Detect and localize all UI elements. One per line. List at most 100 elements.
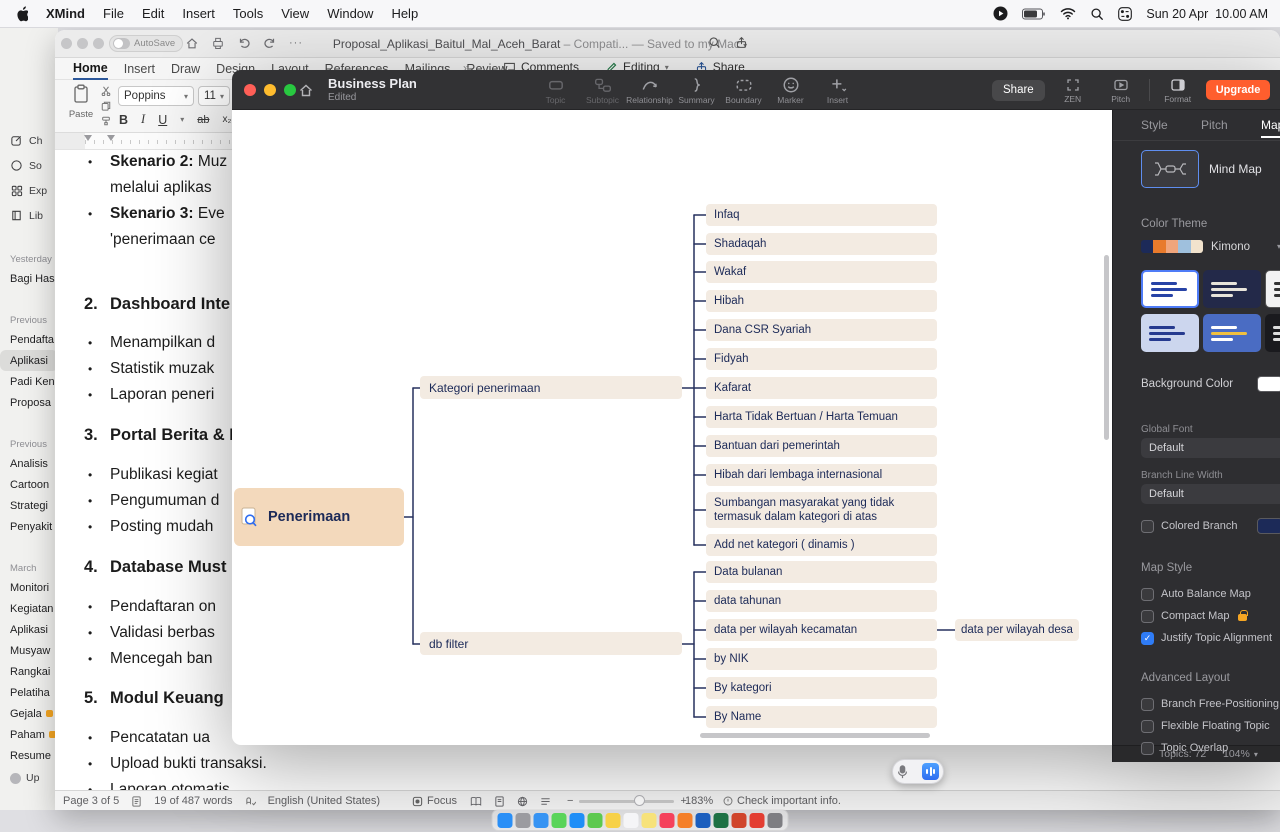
focus-button[interactable]: Focus bbox=[412, 791, 457, 811]
colored-branch-checkbox[interactable] bbox=[1141, 520, 1154, 533]
menu-item[interactable]: File bbox=[103, 6, 124, 21]
italic-button[interactable]: I bbox=[141, 112, 145, 127]
theme-card[interactable] bbox=[1141, 314, 1199, 352]
cut-icon[interactable] bbox=[101, 86, 111, 96]
underline-button[interactable]: U bbox=[158, 113, 167, 127]
checkbox[interactable]: ✓ bbox=[1141, 632, 1154, 645]
home-icon[interactable] bbox=[298, 82, 314, 98]
history-item[interactable]: Monitori bbox=[0, 577, 58, 598]
close-icon[interactable] bbox=[61, 38, 72, 49]
map-title-block[interactable]: Business Plan Edited bbox=[328, 76, 417, 103]
format-panel-button[interactable]: Format bbox=[1158, 77, 1198, 104]
firefox-dock-icon[interactable] bbox=[678, 813, 693, 828]
page-count[interactable]: Page 3 of 5 bbox=[63, 795, 119, 807]
history-item[interactable]: Gejala bbox=[0, 703, 58, 724]
theme-card[interactable] bbox=[1265, 270, 1280, 308]
mindmap-topic[interactable]: Data bulanan bbox=[706, 561, 937, 583]
close-icon[interactable] bbox=[244, 84, 256, 96]
redo-icon[interactable] bbox=[263, 36, 277, 50]
history-item[interactable]: Paham bbox=[0, 724, 58, 745]
mindmap-topic[interactable]: Infaq bbox=[706, 204, 937, 226]
history-item[interactable]: Cartoon bbox=[0, 474, 58, 495]
menu-item[interactable]: Window bbox=[327, 6, 373, 21]
topic-button[interactable]: Topic bbox=[532, 73, 579, 105]
powerpoint-dock-icon[interactable] bbox=[732, 813, 747, 828]
strikethrough-button[interactable]: ab bbox=[197, 114, 209, 126]
copy-icon[interactable] bbox=[101, 101, 111, 111]
history-item[interactable]: Kegiatan bbox=[0, 598, 58, 619]
history-item[interactable]: Aplikasi bbox=[0, 619, 58, 640]
mindmap-topic[interactable]: data tahunan bbox=[706, 590, 937, 612]
summary-button[interactable]: Summary bbox=[673, 73, 720, 105]
finder-dock-icon[interactable] bbox=[498, 813, 513, 828]
language-label[interactable]: English (United States) bbox=[268, 795, 381, 807]
minimize-icon[interactable] bbox=[264, 84, 276, 96]
launchpad-dock-icon[interactable] bbox=[516, 813, 531, 828]
mindmap-topic[interactable]: data per wilayah kecamatan bbox=[706, 619, 937, 641]
history-item[interactable]: Pelatiha bbox=[0, 682, 58, 703]
messages-dock-icon[interactable] bbox=[552, 813, 567, 828]
safari-dock-icon[interactable] bbox=[534, 813, 549, 828]
share-button[interactable]: Share bbox=[992, 80, 1045, 101]
colored-branch-swatch[interactable] bbox=[1257, 518, 1280, 534]
history-item[interactable]: Padi Ken bbox=[0, 371, 58, 392]
settings-dock-icon[interactable] bbox=[768, 813, 783, 828]
mindmap-topic[interactable]: Fidyah bbox=[706, 348, 937, 370]
checkbox[interactable] bbox=[1141, 588, 1154, 601]
ribbon-tab-home[interactable]: Home bbox=[73, 58, 108, 80]
menubar-clock[interactable]: Sun 20 Apr 10.00 AM bbox=[1146, 7, 1268, 21]
zoom-out-icon[interactable]: − bbox=[567, 795, 573, 807]
theme-color-strip[interactable] bbox=[1141, 240, 1203, 253]
record-indicator-icon[interactable] bbox=[993, 6, 1008, 21]
mindmap-topic[interactable]: Kategori penerimaan bbox=[420, 376, 682, 399]
subtopic-button[interactable]: Subtopic bbox=[579, 73, 626, 105]
mindmap-topic[interactable]: data per wilayah desa bbox=[955, 619, 1079, 641]
word-count[interactable]: 19 of 487 words bbox=[154, 795, 232, 807]
battery-icon[interactable] bbox=[1022, 8, 1046, 20]
font-name-select[interactable]: Poppins▾ bbox=[118, 86, 194, 106]
menu-item[interactable]: Tools bbox=[233, 6, 263, 21]
panel-tab-map[interactable]: Map bbox=[1261, 118, 1280, 132]
mindmap-topic[interactable]: Dana CSR Syariah bbox=[706, 319, 937, 341]
history-item[interactable]: Bagi Has bbox=[0, 268, 58, 289]
word-dock-icon[interactable] bbox=[696, 813, 711, 828]
checkbox[interactable] bbox=[1141, 742, 1154, 755]
mindmap-topic[interactable]: By kategori bbox=[706, 677, 937, 699]
zoom-slider[interactable] bbox=[579, 800, 674, 803]
photos-dock-icon[interactable] bbox=[606, 813, 621, 828]
print-icon[interactable] bbox=[211, 36, 225, 50]
mindmap-topic[interactable]: db filter bbox=[420, 632, 682, 655]
insert-button[interactable]: Insert bbox=[814, 73, 861, 105]
calendar-dock-icon[interactable] bbox=[624, 813, 639, 828]
control-center-icon[interactable] bbox=[1118, 7, 1132, 21]
music-dock-icon[interactable] bbox=[660, 813, 675, 828]
mindmap-canvas[interactable]: Penerimaan Kategori penerimaan db filter… bbox=[232, 110, 1112, 745]
branch-line-width-select[interactable]: Default bbox=[1141, 484, 1280, 504]
mindmap-topic[interactable]: by NIK bbox=[706, 648, 937, 670]
history-item[interactable]: Penyakit bbox=[0, 516, 58, 537]
menu-item[interactable]: Insert bbox=[182, 6, 215, 21]
chat-sidebar-footer[interactable]: Up bbox=[10, 772, 39, 784]
zoom-window-icon[interactable] bbox=[93, 38, 104, 49]
wifi-icon[interactable] bbox=[1060, 7, 1076, 20]
notes-dock-icon[interactable] bbox=[642, 813, 657, 828]
maps-dock-icon[interactable] bbox=[588, 813, 603, 828]
relationship-button[interactable]: Relationship bbox=[626, 73, 673, 105]
xmind-dock-icon[interactable] bbox=[750, 813, 765, 828]
history-item[interactable]: Musyaw bbox=[0, 640, 58, 661]
checkbox[interactable] bbox=[1141, 720, 1154, 733]
sidebar-nav-item[interactable]: Ch bbox=[0, 128, 58, 153]
autosave-toggle[interactable]: AutoSave bbox=[109, 35, 183, 52]
theme-card[interactable] bbox=[1203, 270, 1261, 308]
search-icon[interactable] bbox=[708, 36, 721, 49]
mindmap-topic[interactable]: Harta Tidak Bertuan / Harta Temuan bbox=[706, 406, 937, 428]
draft-view-icon[interactable] bbox=[540, 796, 551, 807]
horizontal-scrollbar[interactable] bbox=[700, 733, 930, 738]
mail-dock-icon[interactable] bbox=[570, 813, 585, 828]
history-item[interactable]: Pendafta bbox=[0, 329, 58, 350]
boundary-button[interactable]: Boundary bbox=[720, 73, 767, 105]
spotlight-search-icon[interactable] bbox=[1090, 7, 1104, 21]
upgrade-button[interactable]: Upgrade bbox=[1206, 80, 1271, 100]
mindmap-topic[interactable]: Hibah dari lembaga internasional bbox=[706, 464, 937, 486]
format-painter-icon[interactable] bbox=[101, 116, 111, 126]
